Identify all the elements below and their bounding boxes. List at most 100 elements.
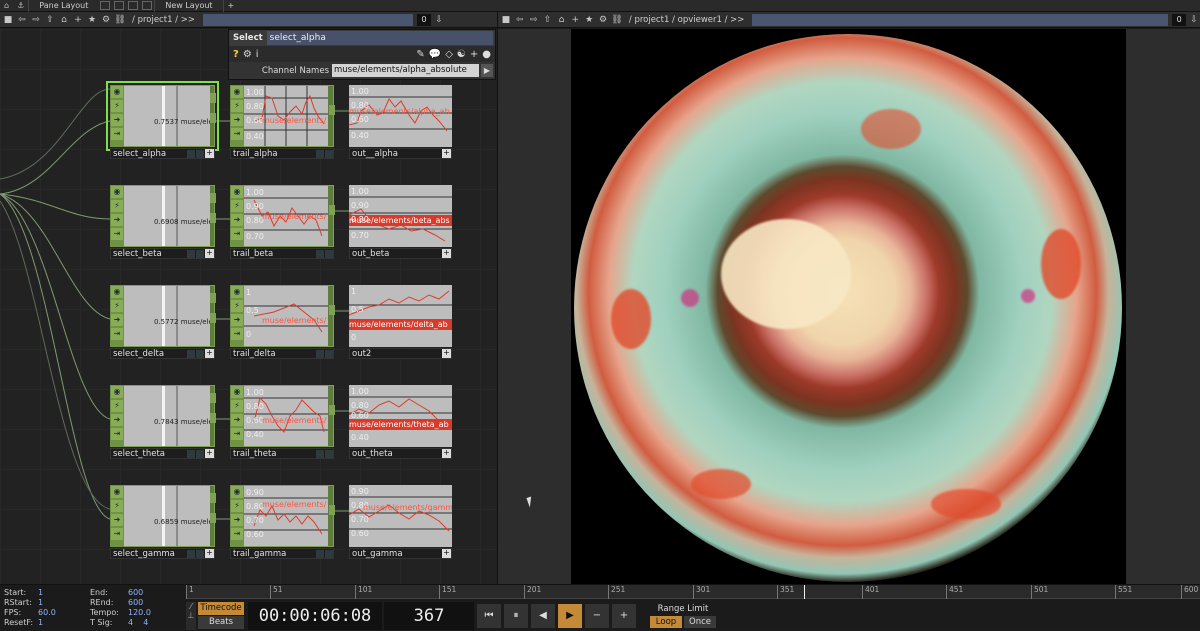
beats-button[interactable]: Beats [198,616,244,629]
network-path[interactable]: / project1 / >> [132,15,195,25]
tag-icon[interactable]: ◇ [445,49,453,60]
minus-icon[interactable]: − [585,603,609,628]
pause-icon[interactable]: ⏸ [504,603,528,628]
expand-icon[interactable]: + [442,549,451,558]
viewer-path[interactable]: / project1 / opviewer1 / >> [629,15,745,25]
end-value[interactable]: 600 [128,588,190,598]
channel-names-field[interactable]: muse/elements/alpha_absolute [332,64,479,77]
expand-icon[interactable]: + [442,349,451,358]
forward-icon[interactable]: ⇨ [528,14,540,26]
viewer-path-field[interactable] [752,13,1169,26]
network-path-field[interactable] [203,13,413,26]
back-icon[interactable]: ⇦ [514,14,526,26]
plus-icon[interactable]: + [612,603,636,628]
home-icon[interactable]: ⌂ [0,1,13,10]
up-icon[interactable]: ⇧ [44,14,56,26]
expand-icon[interactable]: + [205,149,214,158]
layout-quad-icon[interactable] [128,1,139,10]
export-icon[interactable]: ➜ [111,114,123,126]
step-back-icon[interactable]: ◀ [531,603,555,628]
dot-icon[interactable]: ● [482,49,491,60]
layout-single-icon[interactable] [100,1,111,10]
layout-triple-icon[interactable] [142,1,153,10]
settings-icon[interactable]: ⚙ [100,14,112,26]
add-icon[interactable]: + [470,49,478,60]
bypass-icon[interactable]: ⇥ [111,128,123,140]
expand-icon[interactable]: + [442,449,451,458]
play-icon[interactable]: ▶ [558,603,582,628]
python-icon[interactable]: ⚙ [243,49,252,60]
python-logo-icon[interactable]: ☯ [457,49,466,60]
loop-button[interactable]: Loop [650,615,682,628]
expand-icon[interactable]: + [205,549,214,558]
download-icon[interactable]: ⇩ [433,14,445,26]
add-icon[interactable]: + [72,14,84,26]
resetf-value[interactable]: 1 [38,618,90,628]
expand-icon[interactable]: + [205,449,214,458]
comment-icon[interactable]: 💬 [429,49,441,60]
expand-icon[interactable]: ⁄ ⊥ [186,601,196,630]
stop-icon[interactable]: ■ [500,14,512,26]
home-icon[interactable]: ⌂ [58,14,70,26]
timeline-ruler[interactable]: 1 51 101 151 201 251 301 351 401 451 501… [186,585,1200,599]
expand-icon[interactable]: + [205,349,214,358]
new-layout-tab[interactable]: New Layout [154,0,222,12]
viewer-icon[interactable]: ◉ [111,86,123,98]
edit-icon[interactable]: ✎ [416,49,424,60]
forward-icon[interactable]: ⇨ [30,14,42,26]
stop-icon[interactable]: ■ [2,14,14,26]
arrow-right-icon[interactable]: ▶ [481,64,493,77]
timecode-display[interactable]: 00:00:06:08 [248,601,382,630]
star-icon[interactable]: ★ [583,14,595,26]
star-icon[interactable]: ★ [86,14,98,26]
node-name[interactable]: trail_theta [231,449,315,459]
expand-icon[interactable]: + [442,149,451,158]
help-icon[interactable]: ? [233,49,239,60]
up-icon[interactable]: ⇧ [542,14,554,26]
fps-value[interactable]: 60.0 [38,608,90,618]
settings-icon[interactable]: ⚙ [597,14,609,26]
node-name[interactable]: trail_delta [231,349,315,359]
node-name[interactable]: select_delta [111,349,186,359]
node-name[interactable]: out__alpha [350,149,441,159]
expand-icon[interactable]: + [205,249,214,258]
rstart-value[interactable]: 1 [38,598,90,608]
frame-display[interactable]: 367 [384,601,474,630]
node-name[interactable]: trail_gamma [231,549,315,559]
link-icon[interactable]: ⛓ [114,14,126,26]
rewind-icon[interactable]: ⏮ [477,603,501,628]
node-name[interactable]: trail_beta [231,249,315,259]
add-layout-button[interactable]: + [222,0,239,12]
add-icon[interactable]: + [569,14,581,26]
back-icon[interactable]: ⇦ [16,14,28,26]
once-button[interactable]: Once [684,615,716,628]
home-icon[interactable]: ⌂ [556,14,568,26]
rend-value[interactable]: 600 [128,598,190,608]
node-name[interactable]: out_beta [350,249,441,259]
node-name[interactable]: out_gamma [350,549,441,559]
expand-icon[interactable]: + [442,249,451,258]
node-name[interactable]: out2 [350,349,441,359]
operator-name-field[interactable]: select_alpha [266,31,493,45]
node-name[interactable]: out_theta [350,449,441,459]
layout-split-icon[interactable] [114,1,125,10]
playhead[interactable] [804,585,805,599]
tsig-value[interactable]: 4 4 [128,618,190,628]
network-editor[interactable]: ◉ ⚡ ➜ ⇥ 0.7537 muse/eler select_alpha + ◉ ⚡ ➜ ⇥… [0,29,497,584]
render-canvas[interactable] [571,29,1126,584]
node-name[interactable]: select_beta [111,249,186,259]
node-name[interactable]: select_alpha [111,149,186,159]
cook-icon[interactable]: ⚡ [111,100,123,112]
timecode-button[interactable]: Timecode [198,602,244,615]
anchor-icon[interactable]: ⚓ [13,1,28,10]
node-name[interactable]: trail_alpha [231,149,315,159]
node-name[interactable]: select_theta [111,449,186,459]
opviewer-pane[interactable] [498,29,1200,584]
start-value[interactable]: 1 [38,588,90,598]
pane-layout-tab[interactable]: Pane Layout [28,0,98,12]
tempo-value[interactable]: 120.0 [128,608,190,618]
download-icon[interactable]: ⇩ [1188,14,1200,26]
info-icon[interactable]: i [256,49,259,60]
node-name[interactable]: select_gamma [111,549,186,559]
link-icon[interactable]: ⛓ [611,14,623,26]
